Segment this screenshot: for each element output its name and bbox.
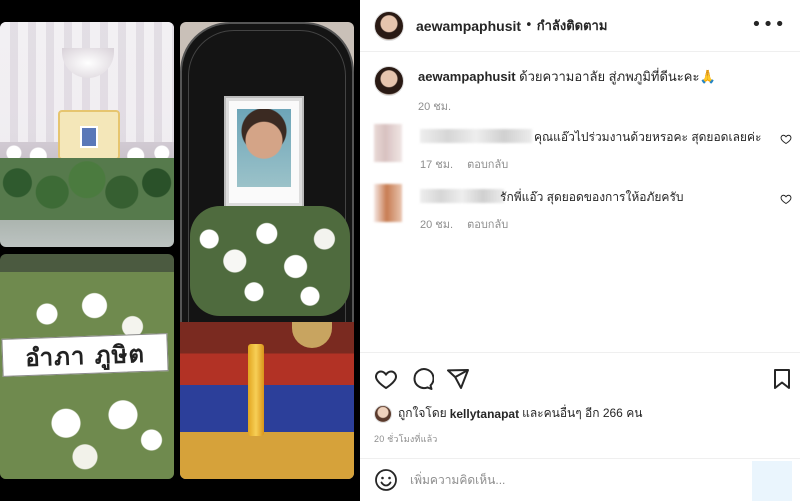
portrait-frame	[226, 98, 302, 206]
post-side-panel: aewampaphusit • กำลังติดตาม ••• aewampap…	[360, 0, 800, 501]
avatar[interactable]	[374, 10, 404, 41]
offering-table	[180, 322, 354, 479]
reply-button[interactable]: ตอบกลับ	[467, 159, 508, 171]
wreath-photo: อำภา ภูษิต	[0, 254, 174, 479]
blurred-username	[420, 189, 504, 203]
comment-meta: 20 ชม. ตอบกลับ	[420, 215, 508, 233]
wreath-name-card: อำภา ภูษิต	[1, 333, 169, 377]
comment-input[interactable]	[410, 469, 740, 491]
comment-time: 20 ชม.	[420, 219, 454, 231]
photo-collage: อำภา ภูษิต	[0, 22, 360, 479]
comment-meta: 17 ชม. ตอบกลับ	[420, 155, 508, 173]
comment-item: รักพี่แอ๊ว สุดยอดของการให้อภัยครับ 20 ชม…	[360, 184, 800, 244]
post-header: aewampaphusit • กำลังติดตาม •••	[360, 0, 800, 52]
blurred-avatar[interactable]	[374, 124, 402, 162]
caption-username[interactable]: aewampaphusit	[418, 69, 516, 84]
caption-avatar[interactable]	[374, 66, 404, 96]
wreath-name-text: อำภา ภูษิต	[24, 338, 146, 372]
white-bouquet	[190, 206, 350, 316]
caption-text: ด้วยความอาลัย สู่ภพภูมิที่ดีนะคะ🙏	[519, 69, 716, 84]
liker-avatar[interactable]	[374, 404, 392, 423]
comment-time: 17 ชม.	[420, 159, 454, 171]
add-comment-bar	[360, 458, 800, 501]
separator-dot: •	[525, 18, 533, 33]
portrait-photo	[237, 109, 291, 187]
portrait-small	[80, 126, 98, 148]
comment-text: คุณแอ๊วไปร่วมงานด้วยหรอคะ สุดยอดเลยค่ะ	[534, 130, 762, 144]
comment-item: คุณแอ๊วไปร่วมงานด้วยหรอคะ สุดยอดเลยค่ะ 1…	[360, 124, 800, 184]
bookmark-icon[interactable]	[770, 367, 794, 391]
comment-icon[interactable]	[410, 367, 434, 391]
yellow-candle	[248, 344, 264, 436]
heart-icon[interactable]	[780, 133, 792, 145]
more-horizontal-icon[interactable]: •••	[751, 14, 786, 35]
share-icon[interactable]	[446, 367, 470, 391]
post-timestamp[interactable]: 20 ชั่วโมงที่แล้ว	[374, 432, 438, 446]
altar-portrait-photo	[180, 22, 354, 479]
post-media[interactable]: อำภา ภูษิต	[0, 0, 360, 501]
likes-count-text[interactable]: และคนอื่นๆ อีก 266 คน	[522, 404, 642, 423]
caption-text-block: aewampaphusit ด้วยความอาลัย สู่ภพภูมิที่…	[418, 68, 788, 86]
likes-summary: ถูกใจโดย kellytanapat และคนอื่นๆ อีก 266…	[374, 404, 642, 423]
emoji-icon[interactable]	[374, 468, 398, 492]
following-button[interactable]: กำลังติดตาม	[537, 15, 608, 36]
heart-icon[interactable]	[374, 367, 398, 391]
action-bar	[360, 352, 800, 412]
comment-text: รักพี่แอ๊ว สุดยอดของการให้อภัยครับ	[500, 190, 684, 204]
header-username[interactable]: aewampaphusit	[416, 18, 521, 34]
funeral-stage-photo	[0, 22, 174, 247]
blurred-username	[420, 129, 532, 143]
reply-button[interactable]: ตอบกลับ	[467, 219, 508, 231]
liker-username[interactable]: kellytanapat	[450, 407, 519, 421]
heart-icon[interactable]	[780, 193, 792, 205]
caption-time: 20 ชม.	[418, 101, 452, 113]
likes-prefix: ถูกใจโดย	[398, 406, 447, 420]
greenery	[0, 158, 174, 220]
blurred-avatar[interactable]	[374, 184, 402, 222]
post-comment-button[interactable]	[752, 461, 792, 501]
